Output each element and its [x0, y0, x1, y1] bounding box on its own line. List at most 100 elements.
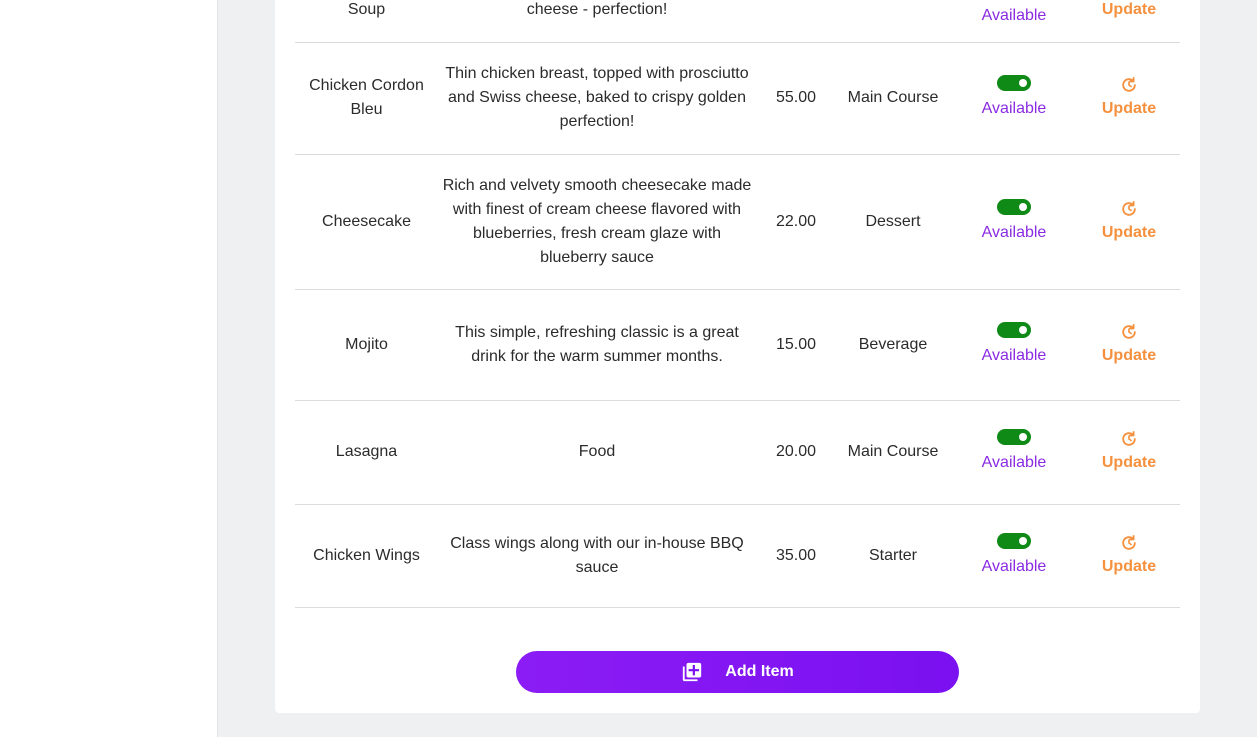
item-category-cell: Dessert	[836, 154, 950, 290]
sidebar	[0, 0, 218, 737]
item-price-cell: 55.00	[756, 42, 836, 155]
availability-label: Available	[981, 557, 1047, 575]
availability-group: Available	[954, 75, 1074, 121]
update-button[interactable]: Update	[1102, 0, 1156, 22]
update-label: Update	[1101, 223, 1157, 241]
item-name: Soup	[347, 0, 386, 18]
availability-group: Available	[954, 532, 1074, 579]
item-category: Dessert	[865, 212, 921, 230]
item-name-cell: Lasagna	[295, 400, 438, 505]
item-price-cell: 35.00	[756, 504, 836, 608]
item-description: Thin chicken breast, topped with prosciu…	[445, 65, 749, 130]
update-label: Update	[1101, 454, 1157, 471]
item-description-cell: Food	[438, 400, 756, 505]
add-item-button[interactable]: Add Item	[516, 651, 959, 693]
item-availability-cell: Available	[950, 154, 1078, 290]
item-action-cell: Update	[1078, 289, 1180, 401]
item-price: 15.00	[775, 335, 817, 353]
refresh-icon	[1119, 429, 1139, 449]
item-name: Chicken Wings	[313, 546, 420, 564]
item-description: Rich and velvety smooth cheesecake made …	[442, 176, 752, 266]
sidebar-divider	[217, 0, 218, 737]
item-price-cell	[756, 0, 836, 43]
availability-toggle[interactable]	[997, 75, 1031, 91]
availability-label: Available	[981, 100, 1047, 117]
item-category-cell	[836, 0, 950, 43]
availability-label: Available	[981, 346, 1047, 364]
item-name: Chicken Cordon Bleu	[309, 77, 424, 118]
item-action-cell: Update	[1078, 400, 1180, 505]
item-category-cell: Beverage	[836, 289, 950, 401]
item-availability-cell: Available	[950, 289, 1078, 401]
availability-label: Available	[981, 6, 1047, 24]
item-name-cell: Soup	[295, 0, 438, 43]
item-description-cell: This simple, refreshing classic is a gre…	[438, 289, 756, 401]
item-category-cell: Main Course	[836, 42, 950, 155]
item-category: Starter	[868, 546, 917, 564]
refresh-icon	[1119, 322, 1139, 342]
update-button[interactable]: Update	[1102, 533, 1156, 579]
item-description: Food	[578, 443, 616, 460]
item-price-cell: 15.00	[756, 289, 836, 401]
update-label: Update	[1101, 346, 1157, 364]
update-label: Update	[1101, 0, 1157, 18]
item-availability-cell: Available	[950, 504, 1078, 608]
item-name-cell: Cheesecake	[295, 154, 438, 290]
item-name-cell: Chicken Cordon Bleu	[295, 42, 438, 155]
table-row: Chicken Cordon Bleu Thin chicken breast, …	[295, 42, 1180, 155]
update-label: Update	[1101, 100, 1157, 117]
item-price: 55.00	[775, 89, 817, 106]
update-button[interactable]: Update	[1102, 75, 1156, 121]
refresh-icon	[1119, 533, 1139, 553]
menu-table-body: Soup cheese - perfection! Available Update C…	[295, 0, 1180, 608]
availability-group: Available	[954, 429, 1074, 475]
item-description: Class wings along with our in-house BBQ …	[450, 534, 744, 576]
item-availability-cell: Available	[950, 42, 1078, 155]
add-library-icon	[681, 661, 703, 683]
availability-toggle[interactable]	[997, 532, 1031, 549]
update-button[interactable]: Update	[1102, 199, 1156, 245]
item-category: Main Course	[847, 89, 939, 106]
update-button[interactable]: Update	[1102, 429, 1156, 475]
availability-toggle[interactable]	[997, 198, 1031, 215]
menu-table: Soup cheese - perfection! Available Update C…	[295, 0, 1180, 608]
item-action-cell: Update	[1078, 42, 1180, 155]
item-name-cell: Mojito	[295, 289, 438, 401]
item-price: 35.00	[775, 546, 817, 564]
item-category-cell: Starter	[836, 504, 950, 608]
menu-card: Soup cheese - perfection! Available Update C…	[275, 0, 1200, 713]
item-price-cell: 20.00	[756, 400, 836, 505]
table-row: Soup cheese - perfection! Available Update	[295, 0, 1180, 43]
item-price: 20.00	[775, 443, 817, 460]
item-description-cell: Rich and velvety smooth cheesecake made …	[438, 154, 756, 290]
item-price-cell: 22.00	[756, 154, 836, 290]
item-price: 22.00	[775, 212, 817, 230]
item-availability-cell: Available	[950, 0, 1078, 43]
item-action-cell: Update	[1078, 504, 1180, 608]
item-category-cell: Main Course	[836, 400, 950, 505]
item-category: Beverage	[858, 335, 928, 353]
item-name-cell: Chicken Wings	[295, 504, 438, 608]
availability-group: Available	[954, 4, 1074, 28]
availability-label: Available	[981, 223, 1047, 241]
item-availability-cell: Available	[950, 400, 1078, 505]
availability-group: Available	[954, 198, 1074, 245]
table-row: Lasagna Food 20.00 Main Course Available Upda…	[295, 400, 1180, 505]
item-description-cell: Class wings along with our in-house BBQ …	[438, 504, 756, 608]
refresh-icon	[1119, 199, 1139, 219]
availability-toggle[interactable]	[997, 429, 1031, 445]
refresh-icon	[1119, 75, 1139, 95]
item-description-cell: cheese - perfection!	[438, 0, 756, 43]
add-item-label: Add Item	[725, 663, 794, 680]
availability-toggle[interactable]	[997, 321, 1031, 338]
item-description: cheese - perfection!	[526, 0, 668, 18]
item-action-cell: Update	[1078, 0, 1180, 43]
availability-label: Available	[981, 454, 1047, 471]
item-category: Main Course	[847, 443, 939, 460]
item-description-cell: Thin chicken breast, topped with prosciu…	[438, 42, 756, 155]
update-button[interactable]: Update	[1102, 322, 1156, 368]
item-description: This simple, refreshing classic is a gre…	[455, 323, 739, 365]
availability-group: Available	[954, 321, 1074, 368]
table-row: Chicken Wings Class wings along with our …	[295, 504, 1180, 608]
table-row: Mojito This simple, refreshing classic is…	[295, 289, 1180, 401]
